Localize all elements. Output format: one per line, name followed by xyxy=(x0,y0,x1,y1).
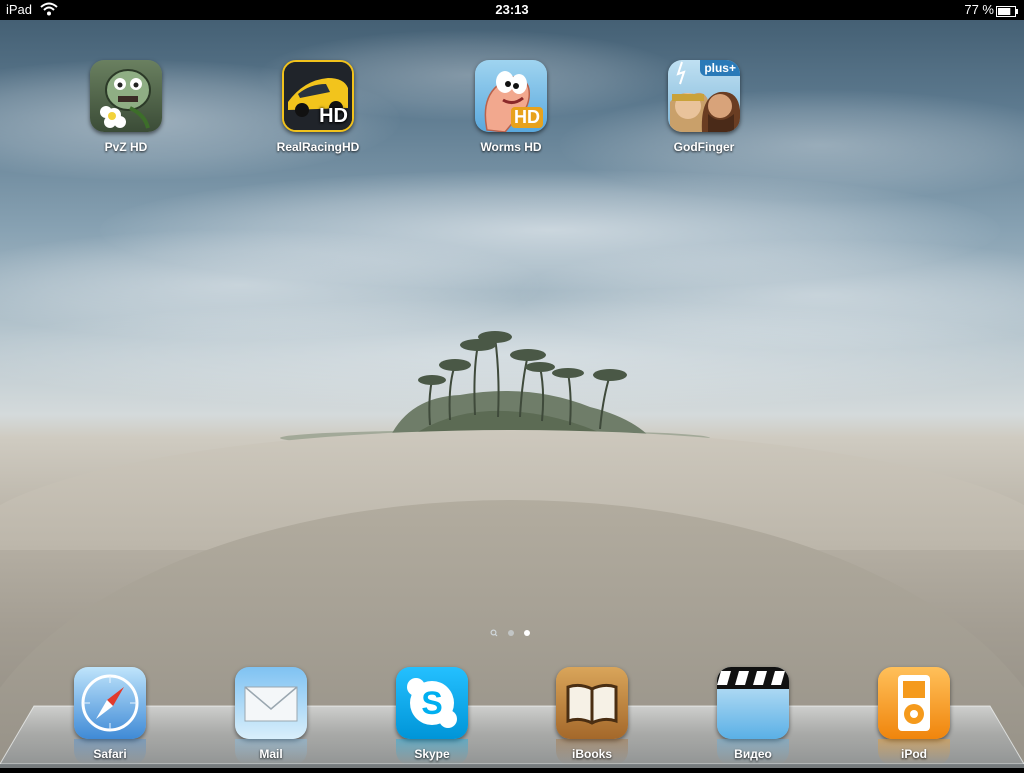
dock-app-safari[interactable]: Safari xyxy=(50,667,170,765)
videos-clapperboard-icon xyxy=(717,667,789,739)
hd-badge: HD xyxy=(511,107,543,128)
app-label: Worms HD xyxy=(480,140,542,154)
worms-icon: HD xyxy=(475,60,547,132)
page-dot-active xyxy=(524,630,530,636)
plus-badge: plus+ xyxy=(700,60,740,76)
palm-island xyxy=(280,331,710,445)
real-racing-icon: HD xyxy=(282,60,354,132)
dock-app-mail[interactable]: Mail xyxy=(211,667,331,765)
mail-envelope-icon xyxy=(235,667,307,739)
app-label: GodFinger xyxy=(673,140,735,154)
dock-app-label: Skype xyxy=(414,747,450,761)
safari-compass-icon xyxy=(74,667,146,739)
spotlight-search-icon xyxy=(490,629,498,637)
svg-text:S: S xyxy=(421,685,442,721)
dock-app-ibooks[interactable]: iBooks xyxy=(532,667,652,765)
app-label: RealRacingHD xyxy=(276,140,360,154)
page-dot xyxy=(508,630,514,636)
ibooks-icon xyxy=(556,667,628,739)
dock-app-label: iBooks xyxy=(571,747,612,761)
dock-app-label: Видео xyxy=(734,747,772,761)
hd-badge: HD xyxy=(319,105,348,127)
skype-icon: S xyxy=(396,667,468,739)
clock: 23:13 xyxy=(495,2,529,17)
dock-app-label: Mail xyxy=(259,747,283,761)
dock-app-label: Safari xyxy=(93,747,127,761)
app-pvz-hd[interactable]: PvZ HD xyxy=(66,60,186,154)
page-indicator[interactable] xyxy=(490,625,540,637)
app-godfinger[interactable]: plus+ GodFinger xyxy=(644,60,764,154)
battery-icon xyxy=(996,5,1018,20)
battery-percent: 77 % xyxy=(964,2,994,17)
dock-app-ipod[interactable]: iPod xyxy=(854,667,974,765)
dock-app-label: iPod xyxy=(901,747,927,761)
plants-vs-zombies-icon xyxy=(90,60,162,132)
dock-app-skype[interactable]: S Skype xyxy=(372,667,492,765)
app-label: PvZ HD xyxy=(104,140,148,154)
dock-app-videos[interactable]: Видео xyxy=(693,667,813,765)
godfinger-icon: plus+ xyxy=(668,60,740,132)
app-worms-hd[interactable]: HD Worms HD xyxy=(451,60,571,154)
app-real-racing-hd[interactable]: HD RealRacingHD xyxy=(258,60,378,154)
ipod-icon xyxy=(878,667,950,739)
status-bar: iPad 23:13 77 % xyxy=(0,0,1024,20)
